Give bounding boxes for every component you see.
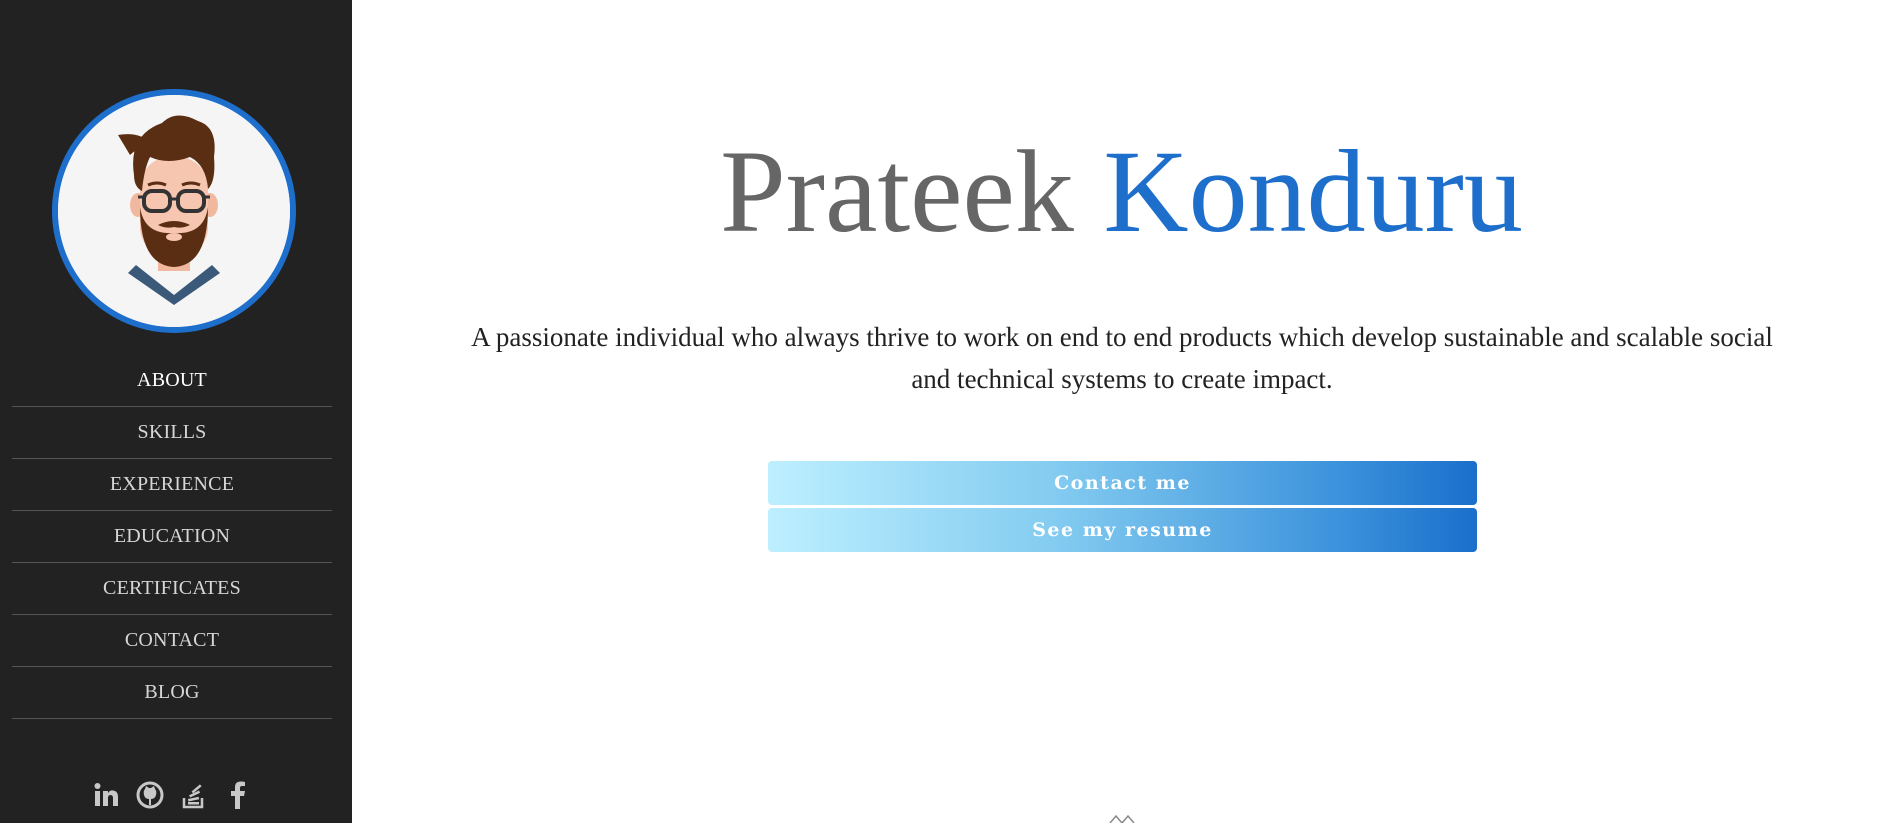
last-name: Konduru xyxy=(1103,126,1523,257)
contact-me-button[interactable]: Contact me xyxy=(768,461,1477,505)
page-title: Prateek Konduru xyxy=(352,122,1891,262)
tagline: A passionate individual who always thriv… xyxy=(471,322,1773,394)
stackoverflow-icon[interactable] xyxy=(179,780,209,810)
avatar xyxy=(52,89,296,333)
sidebar-item-experience[interactable]: EXPERIENCE xyxy=(12,459,332,511)
scroll-down-icon[interactable] xyxy=(1092,813,1152,823)
social-links xyxy=(0,780,344,810)
linkedin-icon[interactable] xyxy=(91,780,121,810)
facebook-icon[interactable] xyxy=(223,780,253,810)
github-icon[interactable] xyxy=(135,780,165,810)
sidebar-item-about[interactable]: ABOUT xyxy=(12,355,332,407)
see-resume-button[interactable]: See my resume xyxy=(768,508,1477,552)
first-name: Prateek xyxy=(720,126,1074,257)
sidebar-item-contact[interactable]: CONTACT xyxy=(12,615,332,667)
main-content: Prateek Konduru A passionate individual … xyxy=(352,0,1891,823)
sidebar-item-blog[interactable]: BLOG xyxy=(12,667,332,719)
avatar-illustration xyxy=(58,95,290,327)
sidebar-nav: ABOUT SKILLS EXPERIENCE EDUCATION CERTIFICAT… xyxy=(12,355,332,719)
sidebar-item-skills[interactable]: SKILLS xyxy=(12,407,332,459)
sidebar-item-education[interactable]: EDUCATION xyxy=(12,511,332,563)
sidebar-item-certificates[interactable]: CERTIFICATES xyxy=(12,563,332,615)
sidebar: ABOUT SKILLS EXPERIENCE EDUCATION CERTIFICAT… xyxy=(0,0,352,823)
